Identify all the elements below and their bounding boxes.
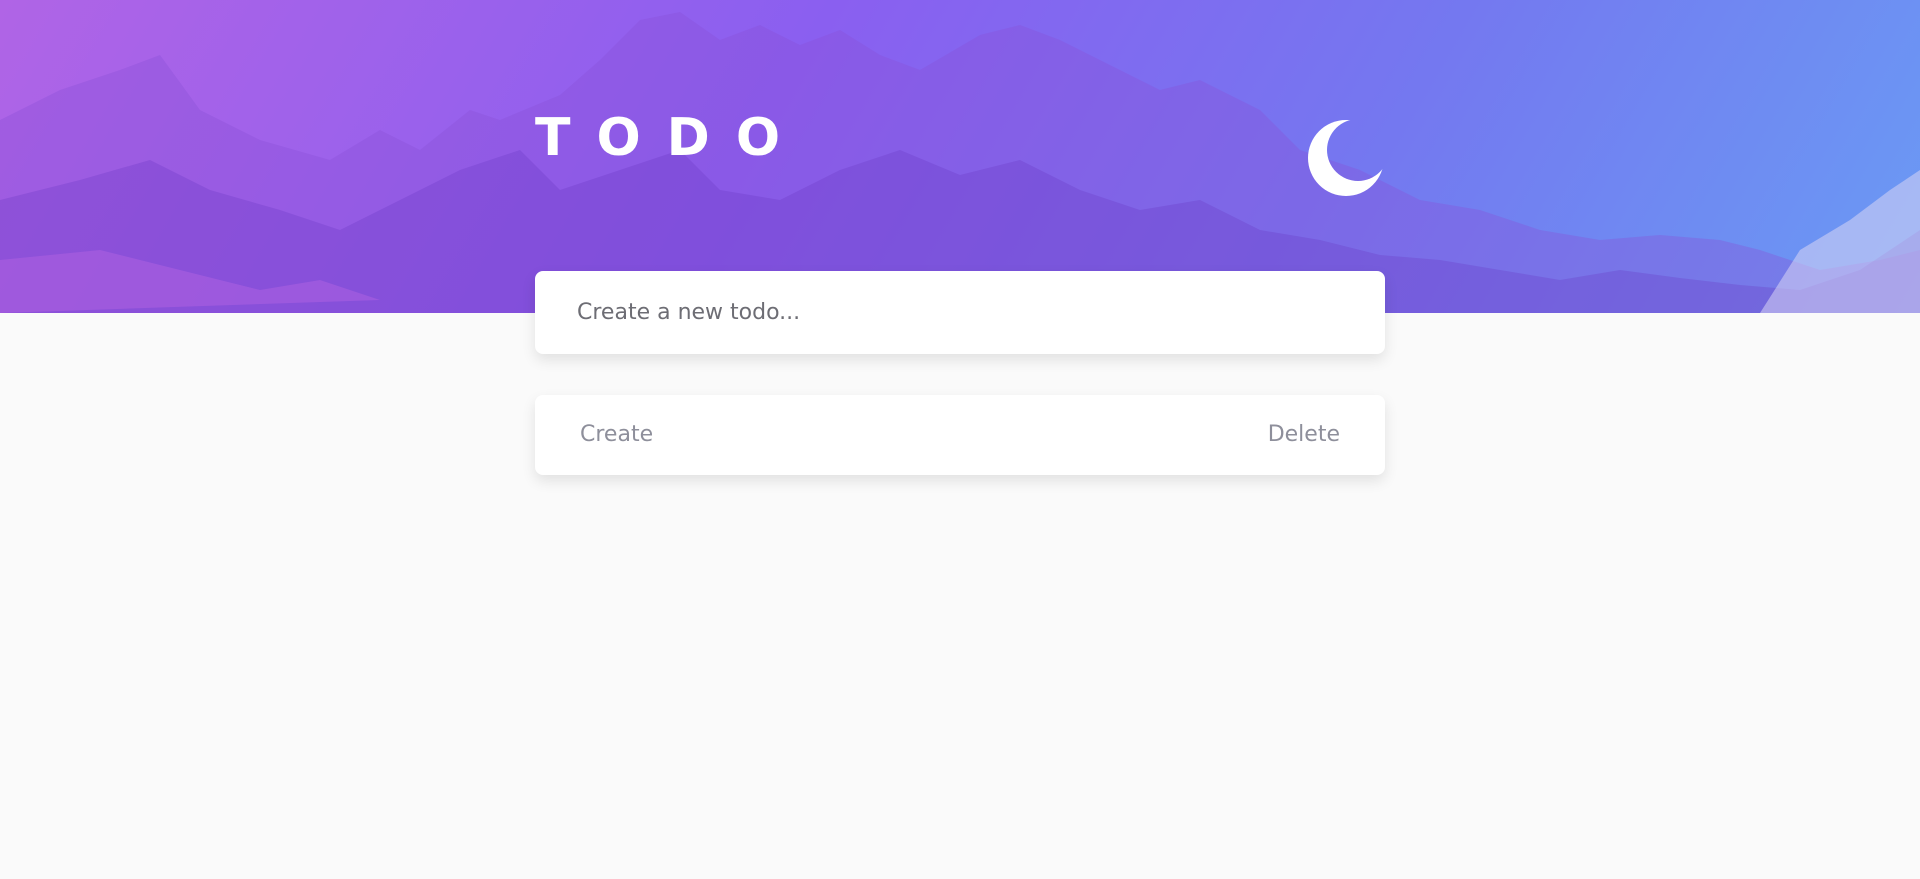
app-title: TODO: [535, 108, 807, 168]
header-banner: TODO: [0, 0, 1920, 313]
new-todo-input[interactable]: [575, 299, 1345, 326]
delete-button[interactable]: Delete: [1268, 395, 1340, 475]
moon-icon: [1308, 120, 1384, 196]
actions-card: Create Delete: [535, 395, 1385, 475]
theme-toggle-button[interactable]: [1306, 118, 1386, 198]
mountain-background-image: [0, 12, 1920, 313]
new-todo-card: [535, 271, 1385, 354]
create-button[interactable]: Create: [580, 395, 653, 475]
